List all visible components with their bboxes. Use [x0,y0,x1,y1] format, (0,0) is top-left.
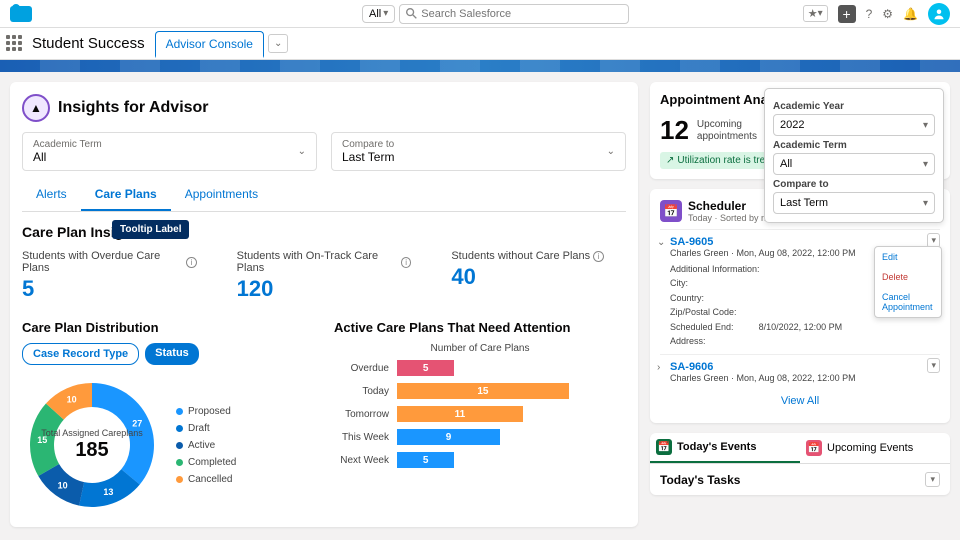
legend-item: Cancelled [176,474,236,485]
appointment-action-menu: Edit Delete Cancel Appointment [874,246,942,318]
global-header: All▾ ★▾ + ? ⚙ 🔔 [0,0,960,28]
search-icon [406,8,417,19]
insights-panel: ▲ Insights for Advisor Academic TermAll … [10,82,638,527]
appointment-item: › ▾ SA-9606 Charles Green · Mon, Aug 08,… [660,354,940,389]
tab-todays-events[interactable]: 📅Today's Events [650,433,800,463]
tasks-menu-button[interactable]: ▾ [925,472,940,487]
bars-axis-label: Number of Care Plans [334,343,626,354]
insights-tabs: Alerts Care Plans Appointments [22,179,626,212]
donut-title: Care Plan Distribution [22,320,314,335]
chevron-down-icon: ⌄ [298,146,306,157]
appointment-menu-button[interactable]: ▾ [927,358,940,373]
bar-row: Overdue5 [334,360,626,376]
academic-term-filter[interactable]: Academic TermAll ⌄ [22,132,317,171]
appointment-analysis-card: ▾ Appointment Analysis 12 Upcomingappoin… [650,82,950,179]
bar-row: Today15 [334,383,626,399]
info-icon[interactable]: i [186,257,197,268]
view-all-link[interactable]: View All [660,389,940,413]
app-nav: Student Success Advisor Console ⌄ [0,28,960,60]
section-title: Care Plan Insights Tooltip Label [22,224,626,240]
appointment-item: ⌄ ▾ SA-9605 Charles Green · Mon, Aug 08,… [660,229,940,354]
app-launcher-icon[interactable] [6,35,24,53]
donut-chart: 2713101510 Total Assigned Careplans 185 [22,375,162,515]
bar-row: Tomorrow11 [334,406,626,422]
tab-alerts[interactable]: Alerts [22,179,81,211]
bar-chart: Overdue5 Today15 Tomorrow11 This Week9 Next … [334,360,626,468]
legend-item: Active [176,440,236,451]
kpi: Students without Care Plans i40 [451,250,626,302]
expand-toggle[interactable]: › [657,362,660,373]
bar-row: This Week9 [334,429,626,445]
todays-tasks-label: Today's Tasks [660,473,740,487]
global-create-button[interactable]: + [838,5,856,23]
tab-upcoming-events[interactable]: 📅Upcoming Events [800,433,950,463]
compare-to-select[interactable]: Last Term▾ [773,192,935,214]
scheduler-card: ▾ 📅 Scheduler Today · Sorted by next ⌄ ▾… [650,189,950,423]
decorative-banner [0,60,960,72]
salesforce-logo [10,6,32,22]
insights-icon: ▲ [22,94,50,122]
info-icon[interactable]: i [401,257,411,268]
favorites-button[interactable]: ★▾ [803,5,828,22]
cancel-appointment-action[interactable]: Cancel Appointment [875,287,941,317]
user-avatar[interactable] [928,3,950,25]
compare-to-filter[interactable]: Compare toLast Term ⌄ [331,132,626,171]
bars-title: Active Care Plans That Need Attention [334,320,626,335]
chevron-down-icon: ⌄ [607,146,615,157]
academic-year-select[interactable]: 2022▾ [773,114,935,136]
global-search[interactable] [399,4,629,24]
delete-action[interactable]: Delete [875,267,941,287]
legend-item: Draft [176,423,236,434]
academic-term-select[interactable]: All▾ [773,153,935,175]
help-icon[interactable]: ? [866,7,873,21]
edit-action[interactable]: Edit [875,247,941,267]
page-title: Insights for Advisor [58,99,209,117]
tooltip-label: Tooltip Label [112,220,189,239]
events-card: 📅Today's Events 📅Upcoming Events Today's… [650,433,950,495]
pill-case-record-type[interactable]: Case Record Type [22,343,139,365]
tab-appointments[interactable]: Appointments [171,179,272,211]
appointment-link[interactable]: SA-9606 [670,361,940,373]
legend-item: Proposed [176,406,236,417]
scheduler-icon: 📅 [660,200,682,222]
nav-tab-advisor-console[interactable]: Advisor Console [155,31,264,58]
pill-status[interactable]: Status [145,343,199,365]
search-scope-dropdown[interactable]: All▾ [362,5,395,23]
upcoming-count: 12 [660,115,689,146]
nav-tab-chevron[interactable]: ⌄ [268,34,288,53]
tab-care-plans[interactable]: Care Plans [81,179,171,211]
info-icon[interactable]: i [593,251,604,262]
search-input[interactable] [421,8,622,20]
donut-legend: Proposed Draft Active Completed Cancelled [176,406,236,485]
utilization-trend-badge: ↗Utilization rate is tren [660,152,777,169]
collapse-toggle[interactable]: ⌄ [657,237,665,248]
app-name: Student Success [32,35,145,52]
legend-item: Completed [176,457,236,468]
analysis-filter-popover: Academic Year 2022▾ Academic Term All▾ C… [764,88,944,223]
notifications-bell-icon[interactable]: 🔔 [903,7,918,21]
kpi: Students with Overdue Care Plans i5 [22,250,197,302]
kpi: Students with On-Track Care Plans i120 [237,250,412,302]
bar-row: Next Week5 [334,452,626,468]
setup-gear-icon[interactable]: ⚙ [882,7,893,21]
